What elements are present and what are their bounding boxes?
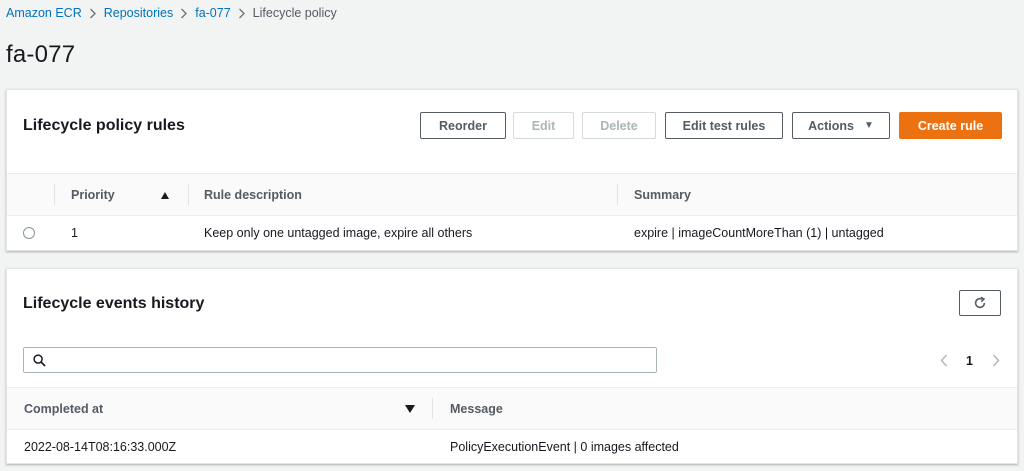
column-divider	[617, 184, 618, 205]
column-divider	[54, 184, 55, 205]
lifecycle-events-history-panel: Lifecycle events history 1 Completed at …	[6, 268, 1018, 464]
chevron-right-icon	[992, 354, 1000, 366]
rules-panel-title: Lifecycle policy rules	[23, 117, 185, 134]
column-header-completed-at[interactable]: Completed at	[24, 388, 103, 429]
chevron-right-icon	[173, 8, 195, 19]
chevron-left-icon	[940, 354, 948, 366]
refresh-button[interactable]	[959, 290, 1001, 316]
breadcrumb-link-amazon-ecr[interactable]: Amazon ECR	[6, 6, 82, 20]
current-page-number[interactable]: 1	[966, 354, 973, 368]
rule-description: Keep only one untagged image, expire all…	[204, 226, 473, 240]
event-message: PolicyExecutionEvent | 0 images affected	[450, 440, 679, 454]
delete-button[interactable]: Delete	[582, 112, 656, 139]
search-field[interactable]	[23, 347, 657, 373]
caret-down-icon: ▼	[863, 120, 874, 131]
breadcrumb-link-repository[interactable]: fa-077	[195, 6, 230, 20]
column-divider	[432, 398, 433, 419]
lifecycle-policy-rules-panel: Lifecycle policy rules Reorder Edit Dele…	[6, 89, 1018, 251]
events-table-header: Completed at Message	[7, 387, 1017, 430]
next-page-button[interactable]	[990, 352, 1002, 368]
rule-summary: expire | imageCountMoreThan (1) | untagg…	[634, 226, 884, 240]
event-completed-at: 2022-08-14T08:16:33.000Z	[24, 440, 177, 454]
refresh-icon	[974, 296, 986, 309]
row-select-radio[interactable]	[23, 227, 35, 239]
actions-label: Actions	[808, 118, 854, 133]
reorder-button[interactable]: Reorder	[420, 112, 506, 139]
create-rule-button[interactable]: Create rule	[899, 112, 1002, 139]
chevron-right-icon	[231, 8, 253, 19]
search-input[interactable]	[52, 350, 652, 370]
search-icon	[33, 354, 46, 367]
rules-table-header: Priority Rule description Summary	[7, 173, 1017, 216]
actions-dropdown-button[interactable]: Actions ▼	[792, 112, 890, 139]
breadcrumb-current: Lifecycle policy	[252, 6, 337, 20]
caret-down-icon[interactable]	[405, 405, 415, 413]
page-title: fa-077	[6, 41, 76, 68]
column-header-summary[interactable]: Summary	[634, 174, 691, 215]
column-divider	[188, 184, 189, 205]
edit-test-rules-button[interactable]: Edit test rules	[665, 112, 783, 139]
breadcrumb-link-repositories[interactable]: Repositories	[104, 6, 173, 20]
events-panel-title: Lifecycle events history	[23, 295, 205, 312]
rule-priority: 1	[71, 226, 78, 240]
previous-page-button[interactable]	[938, 352, 950, 368]
breadcrumb: Amazon ECR Repositories fa-077 Lifecycle…	[6, 5, 337, 21]
column-header-rule-description[interactable]: Rule description	[204, 174, 302, 215]
edit-button[interactable]: Edit	[513, 112, 574, 139]
column-header-message[interactable]: Message	[450, 388, 503, 429]
caret-up-icon[interactable]	[161, 192, 169, 199]
column-header-priority[interactable]: Priority	[71, 174, 115, 215]
chevron-right-icon	[82, 8, 104, 19]
